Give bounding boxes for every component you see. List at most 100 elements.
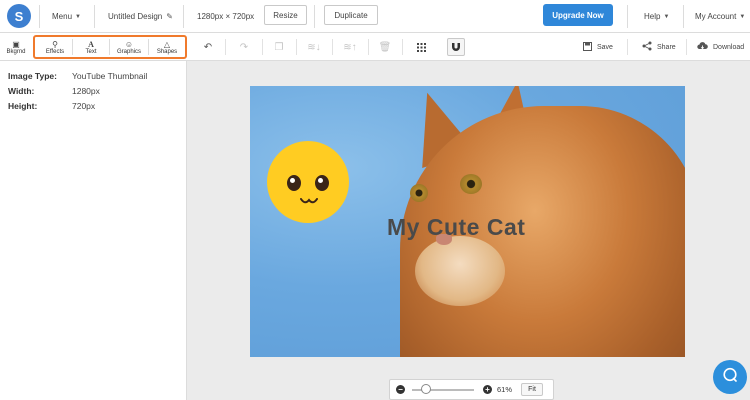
upgrade-button[interactable]: Upgrade Now — [543, 4, 613, 26]
copy-icon[interactable]: ❐ — [271, 39, 287, 55]
chat-bubble-icon — [722, 367, 738, 388]
properties-panel: Image Type: YouTube Thumbnail Width: 128… — [0, 61, 187, 400]
divider — [72, 39, 73, 55]
divider — [368, 39, 369, 55]
zoom-slider-thumb[interactable] — [421, 384, 432, 394]
info-value: YouTube Thumbnail — [72, 71, 148, 81]
design-title[interactable]: Untitled Design ✎ — [108, 0, 173, 33]
smiley-icon: ☺ — [124, 39, 134, 49]
info-label: Image Type: — [8, 71, 57, 81]
tool-background-label: Bkgrnd — [6, 48, 26, 55]
share-icon — [642, 41, 652, 53]
grid-icon[interactable] — [413, 39, 429, 55]
divider — [314, 5, 315, 28]
info-row-width: Width: 1280px — [8, 86, 100, 98]
zoom-out-icon[interactable]: − — [396, 385, 405, 394]
duplicate-label: Duplicate — [334, 10, 368, 20]
cat-photo-muzzle — [415, 236, 505, 306]
caret-down-icon: ▼ — [75, 13, 81, 20]
divider — [332, 39, 333, 55]
save-label: Save — [597, 43, 613, 51]
undo-icon[interactable]: ↶ — [200, 39, 216, 55]
cat-photo-eye — [460, 174, 482, 194]
dimensions-text: 1280px × 720px — [197, 12, 255, 21]
trash-icon[interactable]: 🗑︎ — [377, 39, 393, 55]
tool-text[interactable]: A Text — [73, 36, 109, 58]
upgrade-label: Upgrade Now — [552, 10, 604, 20]
divider — [627, 39, 628, 55]
tool-text-label: Text — [85, 48, 97, 55]
cat-photo-eye — [410, 184, 428, 202]
info-row-image-type: Image Type: YouTube Thumbnail — [8, 71, 147, 83]
smiley-graphic[interactable] — [267, 141, 349, 223]
divider — [183, 5, 184, 28]
pencil-icon[interactable]: ✎ — [166, 12, 173, 21]
divider — [402, 39, 403, 55]
menu-button[interactable]: Menu ▼ — [52, 0, 81, 33]
divider — [148, 39, 149, 55]
tool-shapes-label: Shapes — [156, 48, 178, 55]
info-row-height: Height: 720px — [8, 101, 95, 113]
fit-label: Fit — [528, 386, 536, 393]
divider — [262, 39, 263, 55]
magnet-icon[interactable] — [447, 38, 465, 56]
help-label: Help — [644, 12, 661, 21]
magic-wand-icon: ⚲ — [52, 39, 58, 49]
design-title-text: Untitled Design — [108, 12, 163, 21]
fit-button[interactable]: Fit — [521, 383, 543, 396]
help-menu[interactable]: Help ▼ — [644, 0, 669, 33]
save-button[interactable]: Save — [583, 33, 613, 61]
info-value: 720px — [72, 101, 96, 111]
divider — [683, 5, 684, 28]
tool-effects[interactable]: ⚲ Effects — [38, 36, 72, 58]
divider — [39, 5, 40, 28]
divider — [94, 5, 95, 28]
divider — [109, 39, 110, 55]
zoom-control: − + 61% Fit — [389, 379, 554, 400]
download-label: Download — [713, 43, 745, 51]
tool-shapes[interactable]: △ Shapes — [149, 36, 185, 58]
layer-up-icon[interactable]: ≋↑ — [340, 39, 360, 55]
info-value: 1280px — [72, 86, 100, 96]
caret-down-icon: ▼ — [663, 13, 670, 20]
app-logo[interactable]: S — [7, 4, 31, 28]
emoji-eye — [315, 175, 329, 191]
logo-letter: S — [14, 8, 24, 24]
toolbar: ▣ Bkgrnd ⚲ Effects A Text ☺ Graphics △ S… — [0, 33, 750, 61]
divider — [627, 5, 628, 28]
download-button[interactable]: Download — [697, 33, 744, 61]
account-menu[interactable]: My Account ▼ — [695, 0, 745, 33]
resize-button[interactable]: Resize — [264, 5, 307, 25]
zoom-percent: 61% — [497, 385, 513, 394]
divider — [225, 39, 226, 55]
tool-graphics[interactable]: ☺ Graphics — [110, 36, 148, 58]
account-label: My Account — [695, 12, 737, 21]
menu-label: Menu — [52, 12, 73, 21]
emoji-mouth — [300, 198, 318, 204]
chat-button[interactable] — [713, 360, 747, 394]
zoom-in-icon[interactable]: + — [483, 385, 492, 394]
info-label: Height: — [8, 101, 38, 111]
top-bar: S Menu ▼ Untitled Design ✎ 1280px × 720p… — [0, 0, 750, 33]
share-button[interactable]: Share — [642, 33, 676, 61]
triangle-icon: △ — [163, 39, 171, 49]
layer-down-icon[interactable]: ≋↓ — [304, 39, 324, 55]
emoji-eye — [287, 175, 301, 191]
canvas-dimensions: 1280px × 720px — [197, 0, 254, 33]
tool-background[interactable]: ▣ Bkgrnd — [4, 36, 28, 58]
tool-effects-label: Effects — [45, 48, 65, 55]
canvas-caption-text[interactable]: My Cute Cat — [387, 214, 525, 241]
duplicate-button[interactable]: Duplicate — [324, 5, 378, 25]
redo-icon[interactable]: ↷ — [236, 39, 252, 55]
tool-graphics-label: Graphics — [116, 48, 141, 55]
divider — [686, 39, 687, 55]
cloud-download-icon — [697, 41, 708, 53]
text-icon: A — [88, 39, 94, 49]
divider — [296, 39, 297, 55]
image-icon: ▣ — [12, 39, 20, 49]
design-canvas[interactable]: My Cute Cat — [250, 86, 685, 357]
info-label: Width: — [8, 86, 35, 96]
resize-label: Resize — [273, 10, 298, 20]
caret-down-icon: ▼ — [739, 13, 746, 20]
share-label: Share — [657, 43, 676, 51]
